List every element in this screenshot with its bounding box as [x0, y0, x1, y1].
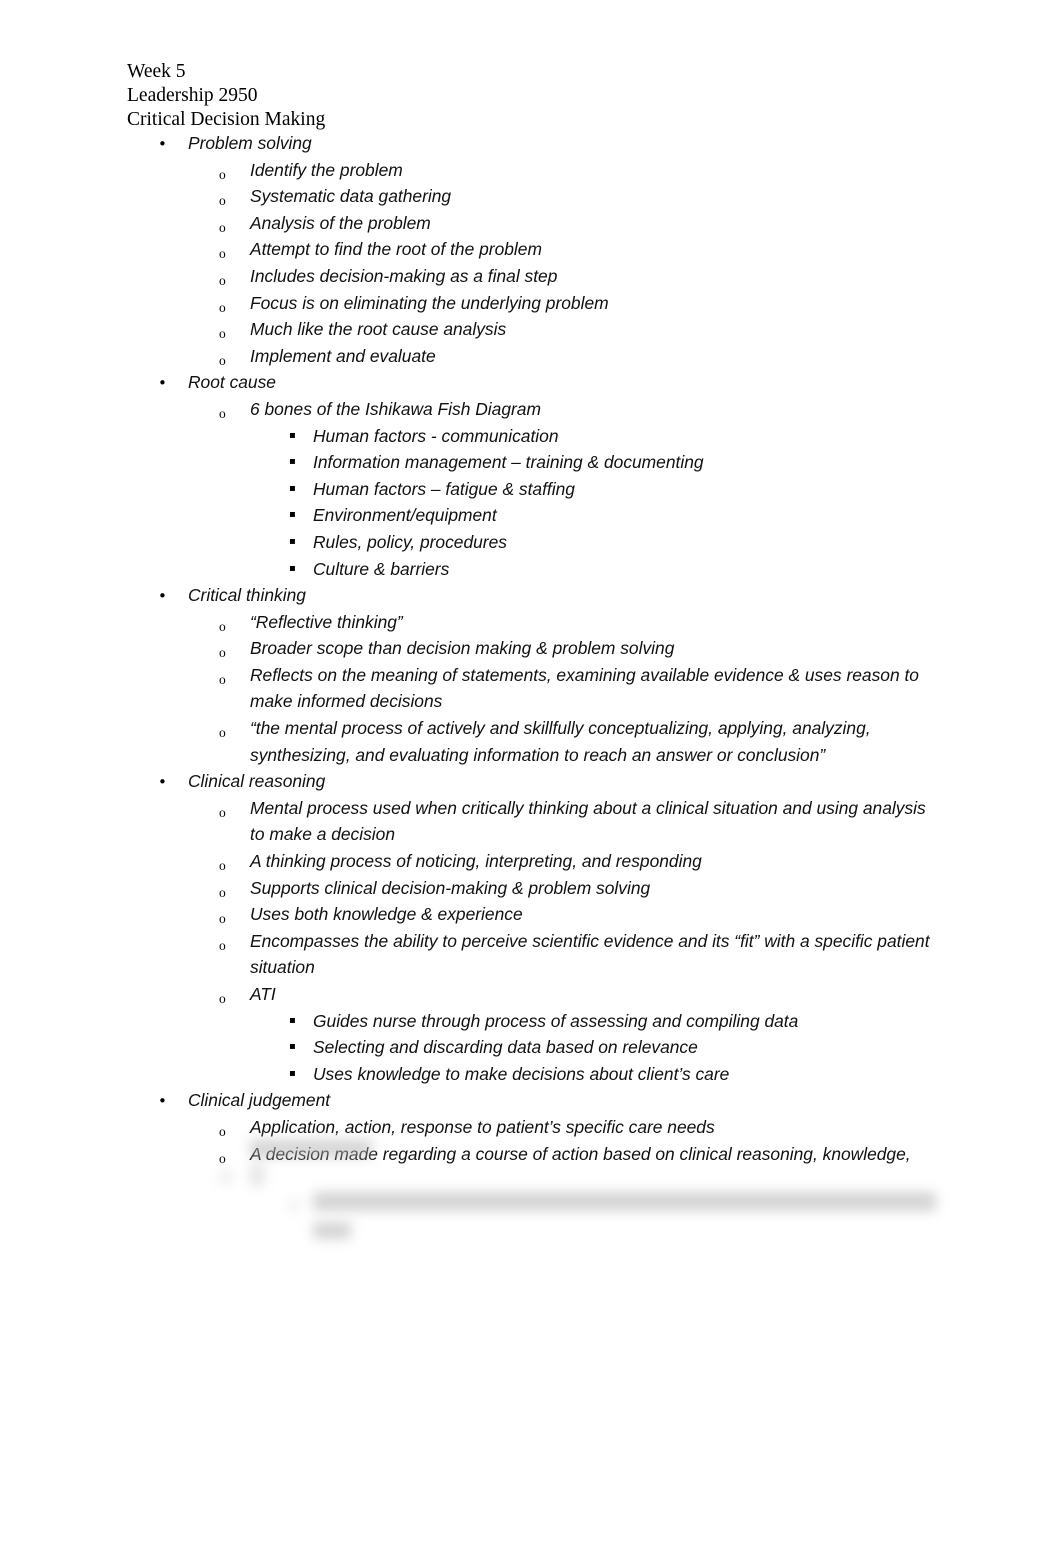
outline-item-text: Information management – training & docu… [313, 452, 704, 473]
outline-item-level2: o “the mental process of actively and ski… [0, 715, 1062, 768]
outline-item-text: Selecting and discarding data based on r… [313, 1037, 698, 1058]
outline-item-level3: ▪ Guides nurse through process of assessi… [0, 1008, 1062, 1035]
outline-item-text: A decision made regarding a course of ac… [250, 1143, 911, 1164]
outline-item-text: “Reflective thinking” [250, 611, 403, 632]
outline-item-level2: o A decision made regarding a course of a… [0, 1141, 1062, 1168]
outline-item-level2: o Analysis of the problem [0, 210, 1062, 237]
outline-item-text: Guides nurse through process of assessin… [313, 1010, 799, 1031]
outline-item-text: Systematic data gathering [250, 186, 452, 207]
outline-item-text: Clinical judgement [188, 1090, 331, 1111]
outline-item-level2: o Encompasses the ability to perceive sci… [0, 928, 1062, 981]
outline-item-level3: ▪ Human factors – fatigue & staffing [0, 476, 1062, 503]
outline-item-level2: o6 bones of the Ishikawa Fish Diagram [0, 396, 1062, 423]
outline-item-level3: ▪ Environment/equipment [0, 502, 1062, 529]
list-marker-level3-icon: ▪ [289, 562, 296, 574]
outline-item-level2: o ATI [0, 981, 1062, 1008]
outline-item-level3: ▪ Information management – training & doc… [0, 449, 1062, 476]
list-marker-level2-icon: o [219, 1150, 226, 1166]
outline-item-text: Analysis of the problem [250, 212, 431, 233]
list-marker-level1-icon: • [158, 773, 167, 792]
outline-item-text: Reflects on the meaning of statements, e… [250, 664, 919, 712]
outline-item-text: 6 bones of the Ishikawa Fish Diagram [250, 398, 541, 419]
outline-item-level2: o Reflects on the meaning of statements, … [0, 662, 1062, 715]
outline-item-level2: o Includes decision-making as a final ste… [0, 263, 1062, 290]
outline-item-text: Human factors – fatigue & staffing [313, 478, 575, 499]
header-line-week: Week 5 [127, 61, 186, 82]
outline-item-text: Mental process used when critically thin… [250, 797, 926, 845]
outline-item-level3: ▪ Culture & barriers [0, 556, 1062, 583]
document-header: Week 5 Leadership 2950 Critical Decision… [127, 60, 887, 132]
list-marker-level3-icon: ▪ [289, 456, 296, 468]
outline-item-text: Problem solving [188, 133, 312, 153]
outline-item-text: ATI [250, 984, 276, 1004]
outline-item-text: Rules, policy, procedures [313, 531, 507, 552]
outline-item-text: Encompasses the ability to perceive scie… [250, 930, 930, 978]
list-marker-level3-icon: ▪ [289, 535, 296, 547]
outline-item-level2: o “Reflective thinking” [0, 609, 1062, 636]
outline-item-text: Application, action, response to patient… [250, 1116, 715, 1137]
outline-item-text: Implement and evaluate [250, 345, 436, 366]
outline-item-level2: o Implement and evaluate [0, 343, 1062, 370]
outline-item-text: Uses both knowledge & experience [250, 904, 523, 925]
outline-item-level2: o Mental process used when critically thi… [0, 795, 1062, 848]
list-marker-level2-icon: o [219, 804, 226, 820]
outline-item-text: Human factors - communication [313, 425, 559, 446]
outline-item-level3: ▪ Uses knowledge to make decisions about … [0, 1061, 1062, 1088]
outline-item-text: Root cause [188, 372, 276, 393]
outline-item-text: Focus is on eliminating the underlying p… [250, 292, 609, 313]
list-marker-level2-icon: o [219, 725, 226, 741]
outline-item-text: Identify the problem [250, 159, 403, 180]
outline-list: • Problem solving o Identify the problem o Sy… [0, 130, 1062, 1167]
outline-item-level2: o Supports clinical decision-making & pro… [0, 875, 1062, 902]
outline-item-text: Broader scope than decision making & pro… [250, 638, 675, 659]
list-marker-level1-icon: • [158, 587, 167, 606]
outline-item-level1: • Critical thinking [0, 582, 1062, 609]
outline-item-text: Supports clinical decision-making & prob… [250, 877, 651, 898]
outline-item-level1: • Problem solving [0, 130, 1062, 157]
outline-item-level2: o Broader scope than decision making & pr… [0, 635, 1062, 662]
document-page: Week 5 Leadership 2950 Critical Decision… [0, 0, 1062, 1556]
outline-item-level1: • Clinical judgement [0, 1087, 1062, 1114]
list-marker-level3-icon: ▪ [289, 1067, 296, 1079]
outline-item-text: Uses knowledge to make decisions about c… [313, 1063, 730, 1084]
outline-item-level2: oA thinking process of noticing, interpr… [0, 848, 1062, 875]
list-marker-level1-icon: • [158, 1092, 167, 1111]
outline-item-text: Critical thinking [188, 585, 306, 606]
list-marker-level1-icon: • [158, 374, 167, 393]
list-marker-level3-icon: ▪ [289, 482, 296, 494]
outline-item-level2: o Much like the root cause analysis [0, 316, 1062, 343]
list-marker-level3-icon: ▪ [289, 1041, 296, 1053]
outline-item-level1: • Root cause [0, 369, 1062, 396]
list-marker-level2-icon: o [219, 671, 226, 687]
header-line-course: Leadership 2950 [127, 85, 258, 106]
outline-item-text: Culture & barriers [313, 558, 450, 579]
outline-item-text: Clinical reasoning [188, 771, 326, 792]
outline-item-level2: o Focus is on eliminating the underlying … [0, 290, 1062, 317]
outline-item-level2: o Application, action, response to patien… [0, 1114, 1062, 1141]
outline-item-level2: o Attempt to find the root of the problem [0, 236, 1062, 263]
outline-item-text: A thinking process of noticing, interpre… [250, 851, 702, 872]
list-marker-level3-icon: ▪ [289, 429, 296, 441]
outline-item-text: Attempt to find the root of the problem [250, 239, 542, 260]
outline-item-level1: • Clinical reasoning [0, 768, 1062, 795]
outline-item-level3: ▪ Selecting and discarding data based on … [0, 1034, 1062, 1061]
outline-item-level2: o Systematic data gathering [0, 183, 1062, 210]
outline-item-text: Includes decision-making as a final step [250, 265, 558, 286]
outline-item-text: Environment/equipment [313, 505, 497, 526]
outline-item-level2: o Uses both knowledge & experience [0, 901, 1062, 928]
outline-item-level3: ▪ Human factors - communication [0, 423, 1062, 450]
list-marker-level3-icon: ▪ [289, 509, 296, 521]
header-line-topic: Critical Decision Making [127, 109, 326, 130]
list-marker-level2-icon: o [219, 937, 226, 953]
outline-item-text: “the mental process of actively and skil… [250, 718, 871, 765]
outline-item-level3: ▪ Rules, policy, procedures [0, 529, 1062, 556]
outline-item-text: Much like the root cause analysis [250, 319, 507, 340]
list-marker-level3-icon: ▪ [289, 1014, 296, 1026]
outline-item-level2: o Identify the problem [0, 157, 1062, 184]
list-marker-level1-icon: • [158, 135, 167, 153]
